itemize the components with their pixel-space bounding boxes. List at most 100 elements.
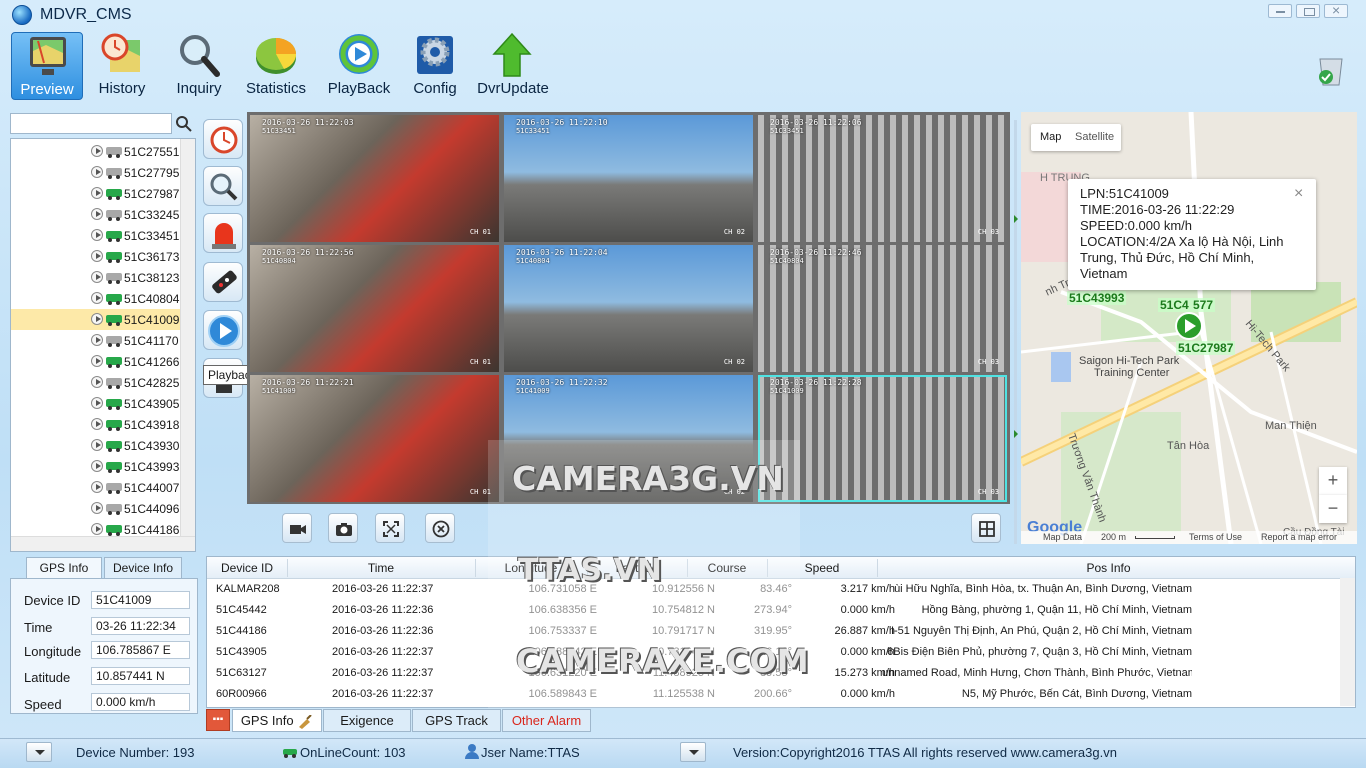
- column-header[interactable]: Pos Info: [877, 561, 1340, 575]
- device-tree-item[interactable]: 51C41009: [11, 309, 181, 330]
- play-small-icon[interactable]: [91, 292, 103, 304]
- tab-exigence[interactable]: Exigence: [323, 709, 411, 732]
- side-playback-button[interactable]: [203, 310, 243, 350]
- tab-gps-info-bottom[interactable]: GPS Info: [232, 709, 322, 732]
- grid-layout-button[interactable]: [971, 513, 1001, 543]
- side-alarm-button[interactable]: [203, 213, 243, 253]
- map-type-switch[interactable]: Map Satellite: [1031, 124, 1121, 151]
- device-tree-item[interactable]: 51C42825: [11, 372, 181, 393]
- tree-vertical-scrollbar[interactable]: [180, 139, 195, 536]
- play-small-icon[interactable]: [91, 481, 103, 493]
- play-small-icon[interactable]: [91, 418, 103, 430]
- recycle-bin-icon[interactable]: [1314, 53, 1348, 87]
- camera-feed[interactable]: 2016-03-26 11:22:04 51C40804 CH 02: [504, 245, 753, 372]
- side-search-button[interactable]: [203, 166, 243, 206]
- device-tree-item[interactable]: 51C27987: [11, 183, 181, 204]
- tab-gps-track[interactable]: GPS Track: [412, 709, 501, 732]
- column-divider[interactable]: [287, 559, 288, 577]
- fullscreen-button[interactable]: [375, 513, 405, 543]
- device-tree-item[interactable]: 51C27795: [11, 162, 181, 183]
- toolbar-statistics-button[interactable]: Statistics: [240, 32, 312, 100]
- map-vehicle-label[interactable]: 577: [1191, 298, 1216, 312]
- status-dropdown-button[interactable]: [26, 742, 52, 762]
- maximize-button[interactable]: [1296, 4, 1320, 18]
- snapshot-button[interactable]: [328, 513, 358, 543]
- map-type-map[interactable]: Map: [1040, 131, 1061, 143]
- play-small-icon[interactable]: [91, 502, 103, 514]
- map-vehicle-label[interactable]: 51C27987: [1176, 341, 1236, 355]
- device-tree-item[interactable]: 51C38123: [11, 267, 181, 288]
- device-tree-item[interactable]: 51C27551: [11, 141, 181, 162]
- device-tree-item[interactable]: 51C41266: [11, 351, 181, 372]
- device-tree-item[interactable]: 51C43905: [11, 393, 181, 414]
- column-divider[interactable]: [877, 559, 878, 577]
- toolbar-preview-button[interactable]: Preview: [11, 32, 83, 100]
- camera-feed[interactable]: 2016-03-26 11:22:06 51C33451 CH 03: [758, 115, 1007, 242]
- minimize-button[interactable]: [1268, 4, 1292, 18]
- toolbar-dvrupdate-button[interactable]: DvrUpdate: [476, 32, 550, 100]
- play-small-icon[interactable]: [91, 166, 103, 178]
- device-tree-item[interactable]: 51C40804: [11, 288, 181, 309]
- map-vehicle-label[interactable]: 51C4: [1158, 298, 1191, 312]
- device-tree-item[interactable]: 51C36173: [11, 246, 181, 267]
- map-vehicle-label[interactable]: 51C43993: [1067, 291, 1127, 305]
- play-small-icon[interactable]: [91, 334, 103, 346]
- vehicle-icon: [106, 462, 122, 473]
- play-small-icon[interactable]: [91, 523, 103, 535]
- map-zoom-in-button[interactable]: +: [1319, 467, 1347, 495]
- column-header[interactable]: Device ID: [207, 561, 287, 575]
- panel-splitter[interactable]: [1012, 120, 1020, 544]
- device-search-input[interactable]: [10, 113, 172, 134]
- play-small-icon[interactable]: [91, 187, 103, 199]
- tab-gps-info[interactable]: GPS Info: [26, 557, 102, 579]
- column-header[interactable]: Time: [287, 561, 475, 575]
- map-type-satellite[interactable]: Satellite: [1075, 131, 1114, 143]
- device-tree-item[interactable]: 51C44096: [11, 498, 181, 519]
- play-small-icon[interactable]: [91, 313, 103, 325]
- close-button[interactable]: [1324, 2, 1348, 18]
- close-video-button[interactable]: [425, 513, 455, 543]
- play-small-icon[interactable]: [91, 355, 103, 367]
- table-vertical-scrollbar[interactable]: [1340, 578, 1355, 706]
- map-info-close-button[interactable]: ×: [1294, 185, 1303, 203]
- side-history-button[interactable]: [203, 119, 243, 159]
- map-report-link[interactable]: Report a map error: [1261, 532, 1337, 542]
- camera-feed[interactable]: 2016-03-26 11:22:10 51C33451 CH 02: [504, 115, 753, 242]
- play-small-icon[interactable]: [91, 145, 103, 157]
- play-small-icon[interactable]: [91, 376, 103, 388]
- side-remote-button[interactable]: [203, 262, 243, 302]
- play-small-icon[interactable]: [91, 271, 103, 283]
- column-divider[interactable]: [475, 559, 476, 577]
- map-zoom-out-button[interactable]: −: [1319, 495, 1347, 523]
- broom-icon[interactable]: [297, 713, 313, 729]
- device-tree-item[interactable]: 51C41170: [11, 330, 181, 351]
- play-small-icon[interactable]: [91, 397, 103, 409]
- toolbar-history-button[interactable]: History: [86, 32, 158, 100]
- camera-feed[interactable]: 2016-03-26 11:22:46 51C40804 CH 03: [758, 245, 1007, 372]
- status-dropdown-button-2[interactable]: [680, 742, 706, 762]
- play-small-icon[interactable]: [91, 208, 103, 220]
- play-small-icon[interactable]: [91, 229, 103, 241]
- camera-feed[interactable]: 2016-03-26 11:22:03 51C33451 CH 01: [250, 115, 499, 242]
- device-tree-item[interactable]: 51C43993: [11, 456, 181, 477]
- toolbar-config-button[interactable]: Config: [399, 32, 471, 100]
- device-tree-item[interactable]: 51C43918: [11, 414, 181, 435]
- camera-feed[interactable]: 2016-03-26 11:22:21 51C41009 CH 01: [250, 375, 499, 502]
- toolbar-inquiry-button[interactable]: Inquiry: [163, 32, 235, 100]
- device-tree-item[interactable]: 51C43930: [11, 435, 181, 456]
- play-small-icon[interactable]: [91, 439, 103, 451]
- device-tree-item[interactable]: 51C33245: [11, 204, 181, 225]
- device-tree-item[interactable]: 51C33451: [11, 225, 181, 246]
- play-small-icon[interactable]: [91, 460, 103, 472]
- play-small-icon[interactable]: [91, 250, 103, 262]
- tab-other-alarm[interactable]: Other Alarm: [502, 709, 591, 732]
- device-tree-item[interactable]: 51C44007: [11, 477, 181, 498]
- toolbar-playback-button[interactable]: PlayBack: [323, 32, 395, 100]
- camera-feed[interactable]: 2016-03-26 11:22:56 51C40804 CH 01: [250, 245, 499, 372]
- record-video-button[interactable]: [282, 513, 312, 543]
- tab-device-info[interactable]: Device Info: [104, 557, 182, 579]
- map-terms-link[interactable]: Terms of Use: [1189, 532, 1242, 542]
- tree-horizontal-scrollbar[interactable]: [11, 536, 195, 551]
- bottom-menu-button[interactable]: ▪▪▪: [206, 709, 230, 731]
- search-icon[interactable]: [172, 113, 196, 134]
